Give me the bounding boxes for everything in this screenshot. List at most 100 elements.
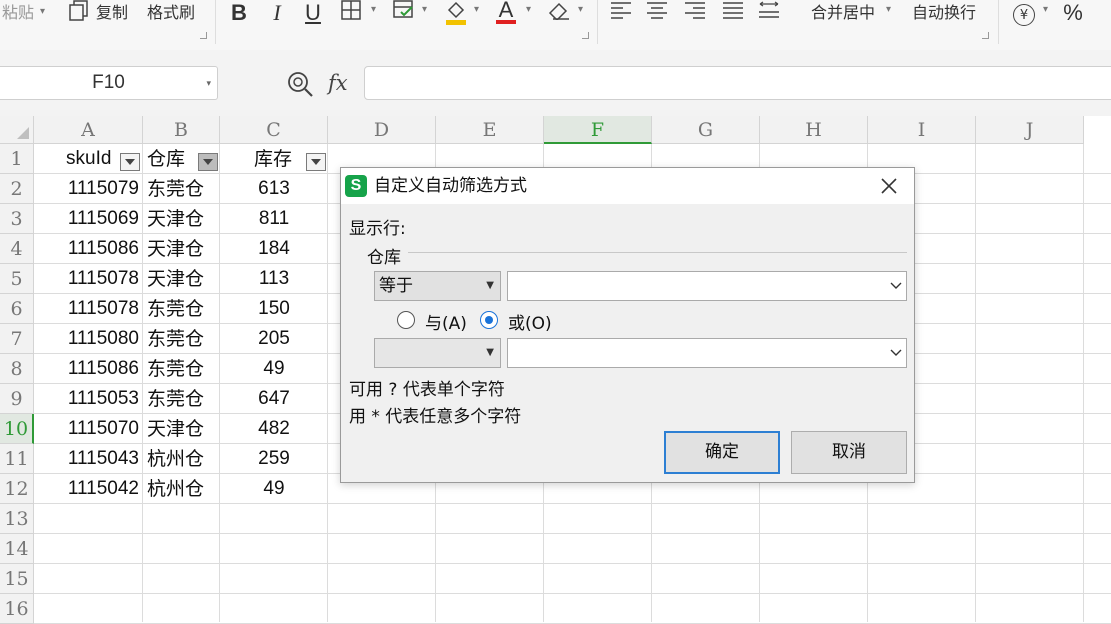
border-dropdown-icon[interactable]: ▾: [371, 4, 376, 15]
cell-sku[interactable]: 1115043: [36, 444, 139, 474]
row-header-12[interactable]: 12: [0, 474, 34, 504]
cell-sku[interactable]: 1115042: [36, 474, 139, 504]
paste-dropdown-icon[interactable]: ▾: [40, 6, 45, 17]
row-header-2[interactable]: 2: [0, 174, 34, 204]
column-header-b[interactable]: B: [143, 116, 220, 144]
eraser-icon[interactable]: [546, 0, 572, 26]
cell-stock[interactable]: 259: [220, 444, 328, 474]
column-header-g[interactable]: G: [652, 116, 760, 144]
cell-stock[interactable]: 205: [220, 324, 328, 354]
row-header-14[interactable]: 14: [0, 534, 34, 564]
align-center-icon[interactable]: [644, 0, 670, 26]
cell-sku[interactable]: 1115078: [36, 264, 139, 294]
cell-warehouse[interactable]: 杭州仓: [147, 474, 204, 504]
alignment-launcher-icon[interactable]: [982, 32, 989, 39]
cell-sku[interactable]: 1115086: [36, 234, 139, 264]
row-header-9[interactable]: 9: [0, 384, 34, 414]
filter-dropdown-skuid[interactable]: [120, 153, 140, 171]
insert-function-button[interactable]: fx: [328, 66, 348, 100]
column-header-a[interactable]: A: [34, 116, 143, 144]
paste-button[interactable]: 粘贴: [2, 0, 34, 26]
cell-style-dropdown-icon[interactable]: ▾: [422, 4, 427, 15]
cancel-button[interactable]: 取消: [791, 431, 907, 474]
condition2-operator-select[interactable]: ▼: [374, 338, 501, 368]
zoom-icon[interactable]: [286, 70, 314, 98]
cell-warehouse[interactable]: 天津仓: [147, 264, 204, 294]
cell-sku[interactable]: 1115069: [36, 204, 139, 234]
or-radio[interactable]: [480, 311, 498, 329]
justify-icon[interactable]: [720, 0, 746, 26]
cell-warehouse[interactable]: 东莞仓: [147, 354, 204, 384]
column-header-c[interactable]: C: [220, 116, 328, 144]
filter-dropdown-warehouse[interactable]: [198, 153, 218, 171]
and-radio-label[interactable]: 与(A): [425, 309, 467, 334]
cell-stock[interactable]: 49: [220, 354, 328, 384]
align-right-icon[interactable]: [682, 0, 708, 26]
row-header-4[interactable]: 4: [0, 234, 34, 264]
row-header-11[interactable]: 11: [0, 444, 34, 474]
condition1-value-combo[interactable]: [507, 271, 907, 301]
cell-sku[interactable]: 1115079: [36, 174, 139, 204]
column-header-j[interactable]: J: [976, 116, 1084, 144]
row-header-13[interactable]: 13: [0, 504, 34, 534]
cell-stock[interactable]: 647: [220, 384, 328, 414]
distributed-align-icon[interactable]: [756, 0, 782, 26]
column-header-e[interactable]: E: [436, 116, 544, 144]
and-radio[interactable]: [397, 311, 415, 329]
percent-button[interactable]: %: [1060, 0, 1086, 26]
condition1-operator-select[interactable]: 等于 ▼: [374, 271, 501, 301]
cell-warehouse[interactable]: 天津仓: [147, 204, 204, 234]
clipboard-launcher-icon[interactable]: [200, 32, 207, 39]
row-header-3[interactable]: 3: [0, 204, 34, 234]
cell-stock[interactable]: 482: [220, 414, 328, 444]
border-icon[interactable]: [340, 0, 362, 26]
row-header-7[interactable]: 7: [0, 324, 34, 354]
cell-sku[interactable]: 1115080: [36, 324, 139, 354]
name-box-dropdown-icon[interactable]: ▾: [206, 67, 211, 99]
fill-color-dropdown-icon[interactable]: ▾: [474, 4, 479, 15]
header-cell-stock[interactable]: 库存: [254, 144, 292, 174]
column-header-f[interactable]: F: [544, 116, 652, 144]
clear-dropdown-icon[interactable]: ▾: [578, 4, 583, 15]
align-left-icon[interactable]: [608, 0, 634, 26]
row-header-16[interactable]: 16: [0, 594, 34, 624]
row-header-1[interactable]: 1: [0, 144, 34, 174]
close-button[interactable]: [874, 171, 904, 201]
cell-style-icon[interactable]: [392, 0, 416, 26]
cell-warehouse[interactable]: 杭州仓: [147, 444, 204, 474]
row-header-10[interactable]: 10: [0, 414, 34, 444]
merge-dropdown-icon[interactable]: ▾: [886, 4, 891, 15]
fill-color-icon[interactable]: [444, 0, 468, 26]
formula-input[interactable]: [364, 66, 1111, 100]
merge-center-button[interactable]: 合并居中: [811, 0, 875, 26]
currency-dropdown-icon[interactable]: ▾: [1043, 4, 1048, 15]
row-header-5[interactable]: 5: [0, 264, 34, 294]
italic-button[interactable]: I: [266, 0, 288, 26]
header-cell-warehouse[interactable]: 仓库: [147, 144, 185, 174]
cell-warehouse[interactable]: 东莞仓: [147, 174, 204, 204]
cell-stock[interactable]: 113: [220, 264, 328, 294]
font-launcher-icon[interactable]: [582, 32, 589, 39]
cell-warehouse[interactable]: 东莞仓: [147, 384, 204, 414]
cell-stock[interactable]: 184: [220, 234, 328, 264]
column-header-i[interactable]: I: [868, 116, 976, 144]
row-header-8[interactable]: 8: [0, 354, 34, 384]
wrap-text-button[interactable]: 自动换行: [912, 0, 976, 26]
row-header-6[interactable]: 6: [0, 294, 34, 324]
cell-sku[interactable]: 1115070: [36, 414, 139, 444]
cell-stock[interactable]: 811: [220, 204, 328, 234]
column-header-h[interactable]: H: [760, 116, 868, 144]
underline-button[interactable]: U: [302, 0, 324, 26]
cell-warehouse[interactable]: 东莞仓: [147, 294, 204, 324]
currency-icon[interactable]: ¥: [1011, 0, 1037, 26]
format-painter-button[interactable]: 格式刷: [147, 0, 195, 26]
or-radio-label[interactable]: 或(O): [508, 309, 552, 334]
row-header-15[interactable]: 15: [0, 564, 34, 594]
name-box[interactable]: F10 ▾: [0, 66, 218, 100]
cell-warehouse[interactable]: 东莞仓: [147, 324, 204, 354]
dialog-titlebar[interactable]: S 自定义自动筛选方式: [341, 168, 914, 204]
cell-stock[interactable]: 49: [220, 474, 328, 504]
font-color-button[interactable]: A: [494, 0, 518, 26]
copy-icon[interactable]: [66, 0, 92, 26]
cell-sku[interactable]: 1115053: [36, 384, 139, 414]
